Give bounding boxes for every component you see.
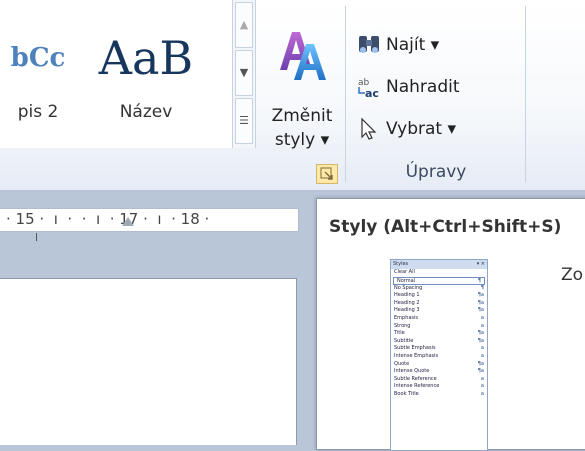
pane-style-label: Intense Emphasis <box>394 352 439 359</box>
group-separator <box>525 6 526 182</box>
change-styles-line2: styly ▾ <box>274 130 330 150</box>
pane-style-label: Book Title <box>394 390 419 397</box>
style-item-title[interactable]: AaB Název <box>88 0 204 148</box>
horizontal-ruler[interactable]: · 15 · ı · · ı · 17 · ı · 18 · <box>0 208 299 241</box>
gallery-scroll-up-button[interactable]: ▲ <box>235 2 253 48</box>
ruler-numbers: · 15 · ı · · ı · 17 · ı · 18 · <box>6 210 210 228</box>
pane-style-label: Heading 3 <box>394 307 420 314</box>
group-separator <box>345 6 346 182</box>
change-styles-line1: Změnit <box>271 106 333 126</box>
pane-style-mark: ¶ <box>477 277 481 284</box>
pane-style-row: Intense Emphasis a <box>391 353 487 361</box>
pane-rows: Clear All Normal ¶ No Spacing ¶ Heading 1 ¶a He… <box>391 269 487 399</box>
pane-style-label: Heading 2 <box>394 299 420 306</box>
pane-style-row: Clear All <box>391 269 487 277</box>
more-icon: ☰ <box>239 114 249 127</box>
replace-icon: ab ac <box>358 78 379 99</box>
document-page[interactable] <box>0 278 297 445</box>
find-button[interactable]: Najít ▾ <box>356 30 439 60</box>
pane-style-mark: ¶a <box>477 368 484 375</box>
pane-style-label: Subtle Emphasis <box>394 345 436 352</box>
ribbon: bCc pis 2 AaB Název ▲ ▼ ☰ Změnit styly ▾… <box>0 0 585 191</box>
pane-close-icon: ▾ × <box>476 261 485 267</box>
styles-tooltip: Styly (Alt+Ctrl+Shift+S) Zo Styles ▾ × C… <box>316 198 585 451</box>
pane-style-mark: a <box>480 390 484 397</box>
edit-group-label: Úpravy <box>405 162 467 182</box>
pane-style-mark: a <box>480 345 484 352</box>
gallery-more-button[interactable]: ☰ <box>235 98 253 144</box>
pane-style-label: Normal <box>397 277 416 284</box>
change-styles-button[interactable]: Změnit styly ▾ <box>262 26 342 156</box>
gallery-scroll-down-button[interactable]: ▼ <box>235 50 253 96</box>
style-label: Název <box>119 102 173 122</box>
pane-style-row: Heading 1 ¶a <box>391 292 487 300</box>
cursor-arrow-icon <box>361 117 377 140</box>
pane-style-label: Subtle Reference <box>394 375 437 382</box>
style-sample: bCc <box>10 43 66 73</box>
select-label: Vybrat ▾ <box>386 119 457 139</box>
change-styles-label: Změnit styly ▾ <box>262 104 342 152</box>
pane-style-row: Quote ¶a <box>391 361 487 369</box>
pane-style-label: Strong <box>394 322 411 329</box>
replace-label: Nahradit <box>386 77 460 97</box>
pane-style-label: Title <box>394 330 405 337</box>
style-sample: AaB <box>98 31 194 85</box>
style-gallery: bCc pis 2 AaB Název <box>0 0 233 148</box>
pane-style-mark: a <box>480 322 484 329</box>
chevron-up-icon: ▲ <box>239 18 249 31</box>
svg-text:ac: ac <box>365 87 379 99</box>
edit-group: Najít ▾ ab ac Nahradit Vybrat ▾ Úpravy <box>356 0 526 190</box>
pane-style-mark: ¶a <box>477 337 484 344</box>
replace-button[interactable]: ab ac Nahradit <box>356 72 460 102</box>
pane-style-row: Subtitle ¶a <box>391 338 487 346</box>
pane-style-label: Emphasis <box>394 314 419 321</box>
styles-pane-preview: Styles ▾ × Clear All Normal ¶ No Spacing ¶ He… <box>390 259 488 451</box>
pane-style-mark: ¶ <box>480 284 484 291</box>
find-label: Najít ▾ <box>386 35 440 55</box>
indent-marker[interactable] <box>122 217 134 226</box>
gallery-scrollbar: ▲ ▼ ☰ <box>232 0 256 148</box>
style-item-heading-2[interactable]: bCc pis 2 <box>0 0 86 148</box>
pane-style-row: Heading 3 ¶a <box>391 307 487 315</box>
pane-style-row: No Spacing ¶ <box>391 285 487 293</box>
pane-style-row: Subtle Reference a <box>391 376 487 384</box>
pane-style-label: Quote <box>394 360 410 367</box>
pane-style-mark: ¶a <box>477 330 484 337</box>
pane-style-label: Intense Quote <box>394 368 430 375</box>
pane-style-mark: ¶a <box>477 360 484 367</box>
select-button[interactable]: Vybrat ▾ <box>356 114 456 144</box>
pane-style-label: Clear All <box>394 269 415 275</box>
pane-style-label: Intense Reference <box>394 383 440 390</box>
style-label: pis 2 <box>17 102 59 122</box>
pane-style-row: Emphasis a <box>391 315 487 323</box>
pane-style-mark: a <box>480 352 484 359</box>
pane-style-row: Title ¶a <box>391 330 487 338</box>
chevron-down-icon: ▼ <box>239 66 249 79</box>
dialog-launcher-icon <box>320 167 333 180</box>
pane-style-label: No Spacing <box>394 284 423 291</box>
pane-style-mark: ¶a <box>477 299 484 306</box>
pane-style-row: Heading 2 ¶a <box>391 300 487 308</box>
pane-style-mark: ¶a <box>477 307 484 314</box>
binoculars-icon <box>359 36 379 53</box>
pane-style-label: Heading 1 <box>394 292 420 299</box>
pane-style-row: Normal ¶ <box>393 276 485 285</box>
pane-style-label: Subtitle <box>394 337 414 344</box>
pane-style-row: Strong a <box>391 323 487 331</box>
pane-style-row: Intense Reference a <box>391 383 487 391</box>
pane-style-mark: a <box>480 383 484 390</box>
change-styles-icon <box>280 32 326 80</box>
pane-style-row: Subtle Emphasis a <box>391 345 487 353</box>
pane-title: Styles <box>393 261 409 267</box>
pane-style-mark: ¶a <box>477 292 484 299</box>
tooltip-body-text: Zo <box>561 265 584 285</box>
pane-style-row: Book Title a <box>391 391 487 399</box>
pane-header: Styles ▾ × <box>391 260 487 269</box>
pane-style-mark: a <box>480 314 484 321</box>
styles-dialog-launcher[interactable] <box>316 164 338 184</box>
ruler-tick <box>36 233 37 241</box>
pane-style-mark: a <box>480 375 484 382</box>
pane-style-row: Intense Quote ¶a <box>391 368 487 376</box>
tooltip-title: Styly (Alt+Ctrl+Shift+S) <box>329 217 562 237</box>
